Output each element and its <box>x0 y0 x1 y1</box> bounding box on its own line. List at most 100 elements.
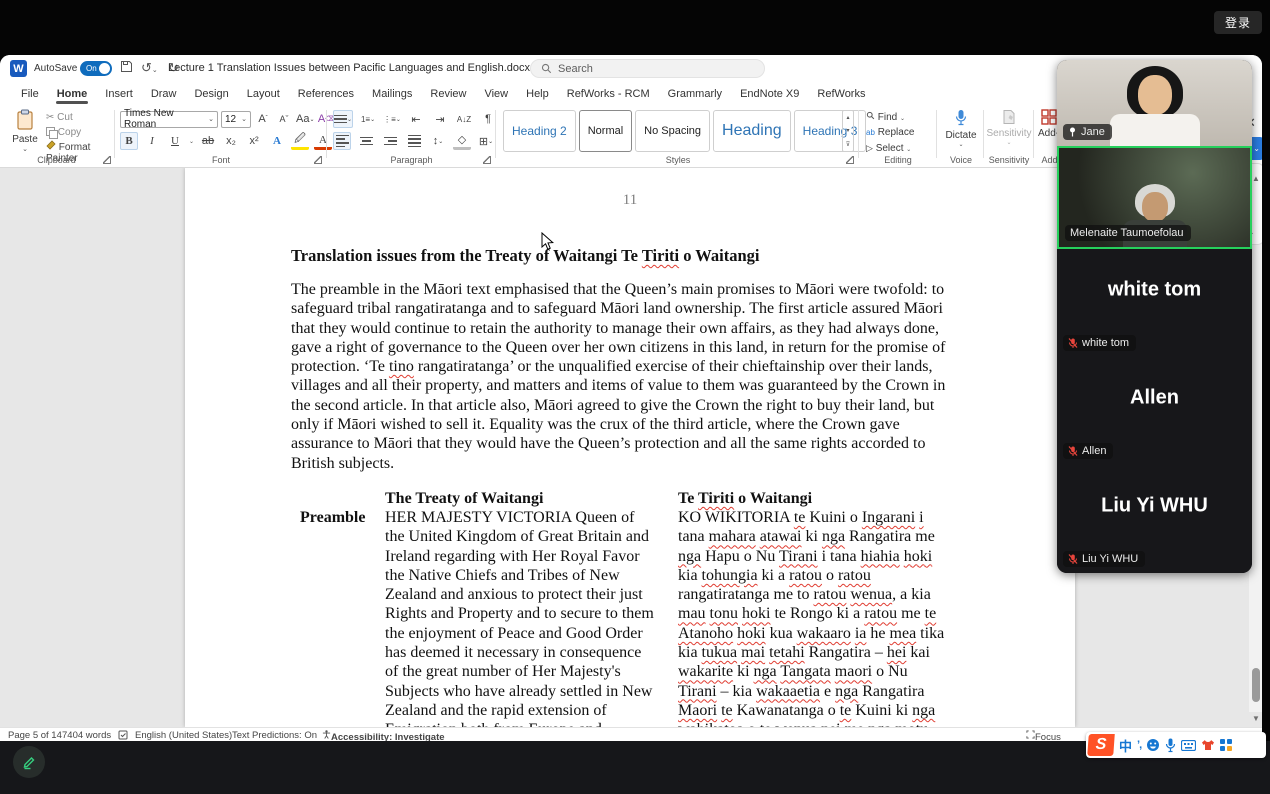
cut-button[interactable]: ✂ Cut <box>46 112 73 123</box>
sort-icon[interactable]: A↓Z <box>455 110 473 128</box>
status-accessibility[interactable]: Accessibility: Investigate <box>322 730 331 741</box>
shading-icon[interactable]: ◇ <box>453 132 471 150</box>
bold-button[interactable]: B <box>120 132 138 150</box>
style-nospacing[interactable]: No Spacing <box>635 110 710 152</box>
status-page[interactable]: Page 5 of 14 <box>8 730 62 741</box>
copy-button[interactable]: Copy <box>46 126 81 138</box>
ime-toolbar[interactable]: S 中 ’, <box>1086 732 1266 758</box>
increase-indent-icon[interactable]: ⇥ <box>431 110 449 128</box>
strikethrough-icon[interactable]: ab <box>199 132 217 150</box>
sensitivity-group-label: Sensitivity <box>986 155 1032 165</box>
tab-file[interactable]: File <box>12 84 48 104</box>
ime-voice-icon[interactable] <box>1165 738 1176 753</box>
style-heading3[interactable]: Heading 3 <box>794 110 867 152</box>
highlight-color-icon[interactable]: 🖉 <box>291 132 309 150</box>
ime-logo[interactable]: S <box>1087 734 1115 756</box>
tab-view[interactable]: View <box>475 84 517 104</box>
tab-endnote-x9[interactable]: EndNote X9 <box>731 84 808 104</box>
scroll-up-arrow[interactable]: ▲ <box>1252 174 1260 183</box>
numbering-icon[interactable]: 1≡⌄ <box>359 110 377 128</box>
addins-icon <box>1041 109 1057 125</box>
tab-review[interactable]: Review <box>421 84 475 104</box>
underline-button[interactable]: U <box>166 132 184 150</box>
clipboard-group-label: Clipboard <box>0 155 113 165</box>
status-language[interactable]: English (United States) <box>135 730 232 741</box>
participant-tile-white-tom[interactable]: white tomwhite tom <box>1057 249 1252 357</box>
search-input[interactable]: Search <box>530 59 765 78</box>
ime-language-toggle[interactable]: 中 <box>1119 736 1132 755</box>
ime-keyboard-icon[interactable] <box>1181 740 1196 751</box>
tab-insert[interactable]: Insert <box>96 84 142 104</box>
tab-grammarly[interactable]: Grammarly <box>659 84 731 104</box>
subscript-icon[interactable]: x₂ <box>222 132 240 150</box>
tab-refworks-rcm[interactable]: RefWorks - RCM <box>558 84 659 104</box>
select-button[interactable]: ▷ Select ⌄ <box>866 143 911 154</box>
meeting-participants-panel[interactable]: JaneMelenaite Taumoefolauwhite tomwhite … <box>1057 60 1252 573</box>
tab-layout[interactable]: Layout <box>238 84 289 104</box>
multilevel-list-icon[interactable]: ⋮≡⌄ <box>383 110 401 128</box>
annotation-pencil-button[interactable] <box>13 746 45 778</box>
decrease-indent-icon[interactable]: ⇤ <box>407 110 425 128</box>
ime-emoji-icon[interactable] <box>1146 738 1160 752</box>
style-normal[interactable]: Normal <box>579 110 632 152</box>
focus-mode-button[interactable]: Focus <box>1026 730 1035 741</box>
italic-button[interactable]: I <box>143 132 161 150</box>
proofing-icon[interactable] <box>118 730 128 741</box>
sensitivity-button[interactable]: Sensitivity ⌄ <box>986 109 1032 146</box>
bullets-icon[interactable]: ⌄ <box>333 110 353 128</box>
font-family-combo[interactable]: Times New Roman⌄ <box>120 111 218 128</box>
change-case-icon[interactable]: Aa⌄ <box>296 110 315 128</box>
text-effects-icon[interactable]: A <box>268 132 286 150</box>
style-heading2[interactable]: Heading 2 <box>503 110 576 152</box>
styles-group-label: Styles <box>500 155 856 165</box>
participant-tile-allen[interactable]: AllenAllen <box>1057 357 1252 465</box>
font-size-combo[interactable]: 12⌄ <box>221 111 251 128</box>
treaty-maori-line: nga Hapu o Nu Tirani i tana hiahia hoki <box>678 548 958 567</box>
tab-references[interactable]: References <box>289 84 363 104</box>
font-dialog-launcher[interactable] <box>314 156 322 164</box>
participant-tile-jane[interactable]: Jane <box>1057 60 1252 146</box>
align-right-icon[interactable] <box>381 132 399 150</box>
clipboard-dialog-launcher[interactable] <box>103 156 111 164</box>
participant-tile-melenaite-taumoefolau[interactable]: Melenaite Taumoefolau <box>1057 146 1252 249</box>
tab-help[interactable]: Help <box>517 84 558 104</box>
autosave-toggle[interactable]: On <box>80 61 112 76</box>
tab-mailings[interactable]: Mailings <box>363 84 421 104</box>
tab-design[interactable]: Design <box>185 84 237 104</box>
grow-font-icon[interactable]: Aˆ <box>254 110 272 128</box>
scrollbar-thumb[interactable] <box>1252 668 1260 702</box>
justify-icon[interactable] <box>405 132 423 150</box>
ime-skin-icon[interactable] <box>1201 739 1215 751</box>
styles-gallery-more[interactable]: ▴▾⊽ <box>842 110 854 152</box>
undo-icon[interactable]: ↺⌄ <box>141 60 158 76</box>
shrink-font-icon[interactable]: Aˇ <box>275 110 293 128</box>
line-spacing-icon[interactable]: ↕⌄ <box>429 132 447 150</box>
tab-draw[interactable]: Draw <box>142 84 186 104</box>
status-words[interactable]: 7404 words <box>62 730 111 741</box>
styles-dialog-launcher[interactable] <box>846 156 854 164</box>
dictate-button[interactable]: Dictate ⌄ <box>940 109 982 148</box>
paste-button[interactable]: Paste ⌄ <box>8 109 42 153</box>
ime-punctuation-toggle[interactable]: ’, <box>1137 739 1141 751</box>
treaty-maori-line: tana mahara atawai ki nga Rangatira me <box>678 528 958 547</box>
scroll-down-arrow[interactable]: ▼ <box>1252 714 1260 723</box>
find-button[interactable]: Find ⌄ <box>866 111 905 123</box>
tab-refworks[interactable]: RefWorks <box>808 84 874 104</box>
save-icon[interactable] <box>120 60 133 76</box>
word-app-icon[interactable]: W <box>10 60 27 77</box>
login-button[interactable]: 登录 <box>1214 11 1262 34</box>
paragraph-dialog-launcher[interactable] <box>483 156 491 164</box>
borders-icon[interactable]: ⊞⌄ <box>477 132 495 150</box>
addins-button[interactable]: Add- <box>1038 109 1059 139</box>
document-page[interactable]: 11 Translation issues from the Treaty of… <box>185 168 1075 727</box>
participant-tile-liu-yi-whu[interactable]: Liu Yi WHULiu Yi WHU <box>1057 465 1252 573</box>
align-left-icon[interactable] <box>333 132 351 150</box>
align-center-icon[interactable] <box>357 132 375 150</box>
document-title[interactable]: Lecture 1 Translation Issues between Pac… <box>168 62 581 74</box>
ime-toolbox-icon[interactable] <box>1220 739 1232 751</box>
superscript-icon[interactable]: x² <box>245 132 263 150</box>
tab-home[interactable]: Home <box>48 84 97 104</box>
replace-button[interactable]: ab Replace <box>866 127 914 138</box>
style-heading[interactable]: Heading <box>713 110 791 152</box>
status-predictions[interactable]: Text Predictions: On <box>232 730 317 741</box>
